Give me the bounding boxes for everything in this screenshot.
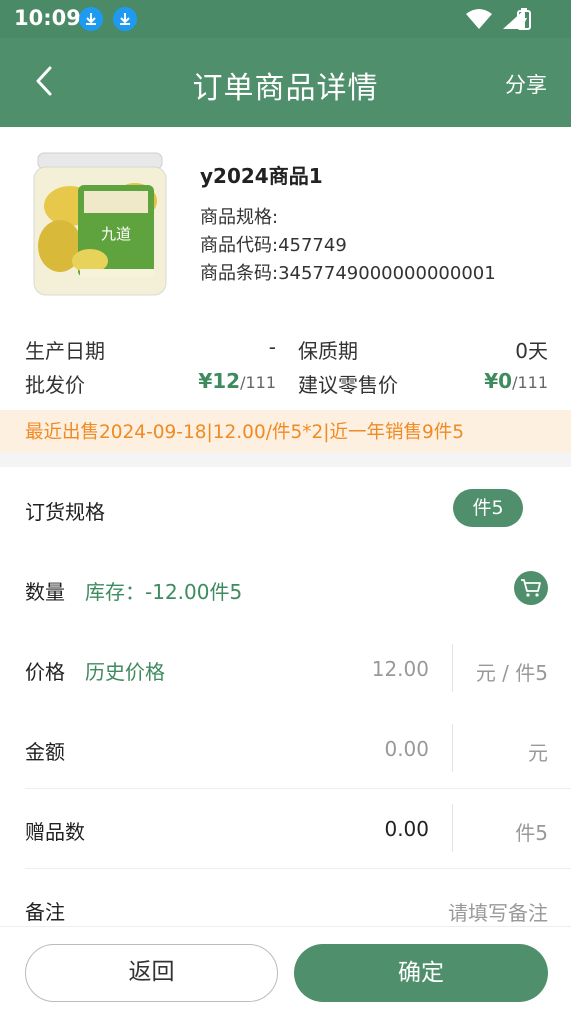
row-separator [25, 788, 571, 789]
share-button[interactable]: 分享 [505, 69, 547, 99]
row-separator [25, 868, 571, 869]
amount-input[interactable]: 0.00 [229, 737, 429, 761]
cart-icon [521, 579, 541, 597]
price-label: 价格 [25, 660, 65, 684]
confirm-button[interactable]: 确定 [294, 944, 548, 1002]
section-divider [0, 452, 571, 467]
retail-price-label: 建议零售价 [298, 373, 398, 397]
gift-count-input[interactable]: 0.00 [229, 817, 429, 841]
shelf-life-label: 保质期 [298, 339, 358, 363]
wifi-icon [466, 9, 492, 29]
recent-sales-notice: 最近出售2024-09-18|12.00/件5*2|近一年销售9件5 [0, 410, 571, 452]
product-spec: 商品规格: [200, 207, 279, 228]
divider [452, 644, 453, 692]
product-barcode: 商品条码:3457749000000000001 [200, 263, 496, 284]
svg-text:九道: 九道 [101, 225, 131, 243]
price-input[interactable]: 12.00 [229, 657, 429, 681]
wholesale-price: ¥12/111 [198, 369, 276, 393]
amount-label: 金额 [25, 740, 65, 764]
retail-price: ¥0/111 [484, 369, 548, 393]
title-bar: 订单商品详情 分享 [0, 38, 571, 127]
spec-option-button[interactable]: 件5 [453, 489, 523, 527]
back-button[interactable]: 返回 [25, 944, 278, 1002]
page-title: 订单商品详情 [192, 71, 379, 106]
quantity-label: 数量 [25, 580, 65, 604]
divider [452, 804, 453, 852]
status-time: 10:09 [14, 6, 81, 30]
production-date-value: - [268, 335, 276, 359]
gift-unit: 件5 [515, 821, 548, 845]
production-date-label: 生产日期 [25, 339, 105, 363]
wholesale-price-label: 批发价 [25, 373, 85, 397]
remark-input[interactable]: 请填写备注 [348, 897, 548, 926]
gift-count-label: 赠品数 [25, 820, 85, 844]
bottom-action-bar: 返回 确定 [0, 926, 571, 1017]
remark-label: 备注 [25, 900, 65, 924]
history-price-link[interactable]: 历史价格 [85, 656, 165, 685]
amount-unit: 元 [528, 741, 548, 765]
product-name: y2024商品1 [200, 164, 323, 188]
shelf-life-value: 0天 [515, 339, 548, 363]
stock-text: 库存：-12.00件5 [85, 580, 243, 604]
battery-icon [517, 8, 531, 30]
divider [452, 724, 453, 772]
product-summary: 九道 y2024商品1 商品规格: 商品代码:457749 商品条码:34577… [0, 127, 571, 317]
product-code: 商品代码:457749 [200, 235, 347, 256]
order-spec-label: 订货规格 [25, 500, 105, 524]
product-image: 九道 [33, 152, 167, 296]
download-icon [79, 7, 103, 31]
status-bar: 10:09 [0, 0, 571, 38]
price-unit: 元 / 件5 [475, 661, 548, 685]
download-icon [113, 7, 137, 31]
add-to-cart-button[interactable] [514, 571, 548, 605]
